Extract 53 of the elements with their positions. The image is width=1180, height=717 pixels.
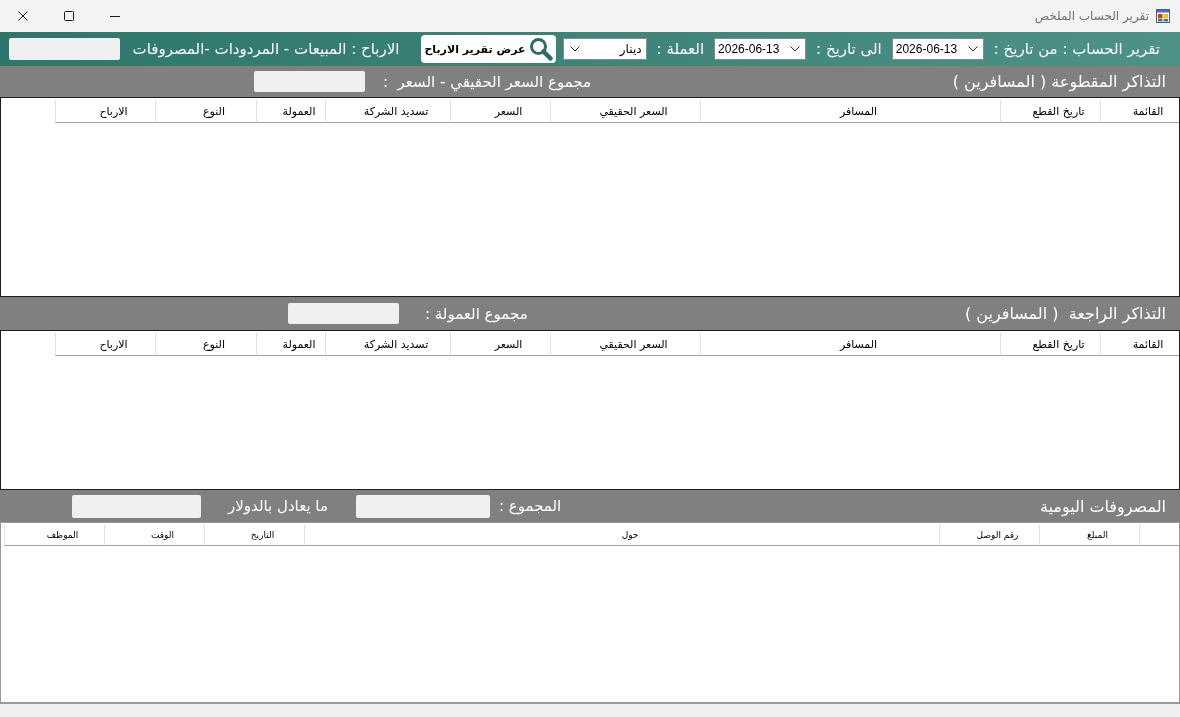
date-label: الى تاريخ : [816, 40, 882, 58]
column-header[interactable]: السعر الحقيقي [550, 100, 700, 123]
column-header[interactable]: العمولة [256, 100, 325, 123]
total-label: مجموع العمولة : [425, 304, 528, 323]
section-title: المصروفات اليومية [1039, 496, 1166, 516]
column-header[interactable]: تاريخ القطع [1000, 100, 1100, 123]
currency-dropdown[interactable]: دينار [562, 38, 647, 60]
column-header[interactable]: السعر [450, 100, 550, 123]
chevron-down-icon [569, 46, 580, 52]
text-field[interactable] [288, 303, 399, 324]
column-header[interactable]: القائمة [1100, 100, 1179, 123]
search-icon [528, 37, 553, 61]
column-header[interactable]: المسافر [700, 100, 1000, 123]
text-field[interactable] [8, 38, 120, 60]
date-label: تقرير الحساب : من تاريخ : [993, 40, 1160, 58]
column-header[interactable]: رقم الوصل [939, 525, 1039, 546]
total-label: مجموع السعر الحقيقي - السعر : [383, 72, 592, 91]
column-header[interactable]: النوع [155, 333, 256, 356]
date-picker[interactable]: 2026-06-13 [891, 38, 984, 60]
column-header[interactable]: الارباح [55, 100, 155, 123]
column-header[interactable]: القائمة [1100, 333, 1179, 356]
column-header[interactable]: حول [304, 525, 939, 546]
text-field[interactable] [355, 494, 490, 518]
chevron-down-icon [790, 46, 801, 52]
close-icon [18, 11, 28, 21]
column-header[interactable]: تاريخ القطع [1000, 333, 1100, 356]
column-header[interactable]: السعر [450, 333, 550, 356]
date-picker[interactable]: 2026-06-13 [714, 38, 807, 60]
column-header[interactable]: المبلغ [1039, 525, 1139, 546]
column-header[interactable]: السعر الحقيقي [550, 333, 700, 356]
section-title: التذاكر المقطوعة ( المسافرين ) [952, 72, 1166, 91]
profit-label: الارباح : المبيعات - المردودات -المصروفات [132, 40, 400, 58]
column-header[interactable]: تسديد الشركة [325, 333, 450, 356]
text-field[interactable] [72, 494, 201, 518]
column-header[interactable]: المسافر [700, 333, 1000, 356]
column-header[interactable]: الوقت [104, 525, 204, 546]
section-title: التذاكر الراجعة ( المسافرين ) [965, 304, 1166, 323]
minimize-icon [110, 15, 120, 17]
show-report-button[interactable]: عرض تقرير الارباح [421, 35, 556, 63]
column-header[interactable]: تسديد الشركة [325, 100, 450, 123]
text-field[interactable] [254, 71, 365, 92]
column-header[interactable]: التاريخ [204, 525, 304, 546]
column-header[interactable]: الموظف [4, 525, 104, 546]
tiles-icon [1156, 9, 1170, 23]
total-label: المجموع : [498, 497, 562, 515]
chevron-down-icon [967, 46, 978, 52]
column-header[interactable]: الارباح [55, 333, 155, 356]
column-header[interactable]: العمولة [256, 333, 325, 356]
column-header[interactable]: النوع [155, 100, 256, 123]
window-title: تقرير الحساب الملخص [1034, 9, 1149, 23]
total-label: ما يعادل بالدولار [228, 497, 328, 515]
currency-label: العملة : [656, 40, 705, 58]
maximize-icon [64, 11, 74, 21]
